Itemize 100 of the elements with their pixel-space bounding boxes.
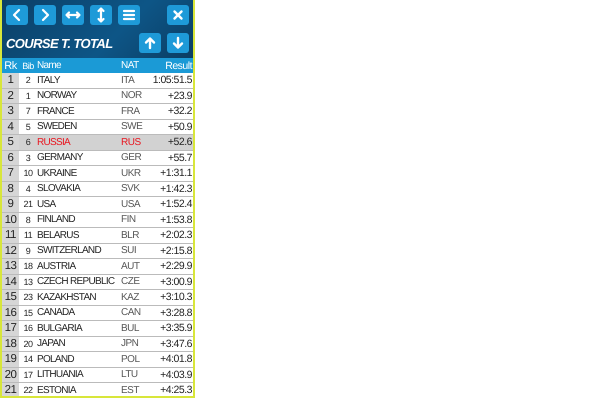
result-row[interactable]: 17 16 BULGARIA BUL +3:35.9 [2, 321, 193, 336]
name-cell-text: ITALY [37, 74, 62, 86]
result-row[interactable]: 2 1 NORWAY NOR +23.9 [2, 88, 193, 104]
bib-cell-text: 10 [22, 168, 34, 178]
result-row[interactable]: 21 22 ESTONIA EST +4:25.3 [2, 383, 193, 396]
bib-cell-text: 11 [22, 230, 34, 240]
nation-cell-text: KAZ [121, 292, 140, 303]
result-row[interactable]: 18 20 JAPAN JPN +3:47.6 [2, 336, 193, 352]
bib-cell-text: 5 [24, 122, 32, 132]
rank-cell: 16 [2, 306, 19, 320]
result-row[interactable]: 13 18 AUSTRIA AUT +2:29.9 [2, 259, 193, 274]
result-row[interactable]: 10 8 FINLAND FIN +1:53.8 [2, 212, 193, 228]
bib-cell-text: 1 [24, 90, 32, 101]
nation-cell-text: JPN [121, 338, 140, 350]
name-cell-text: FRANCE [37, 106, 76, 117]
name-cell-text: NORWAY [37, 90, 78, 102]
nation-cell-text: NOR [121, 90, 143, 102]
toolbar-button[interactable] [6, 5, 28, 25]
name-cell-text: UKRAINE [37, 168, 78, 179]
result-row[interactable]: 11 11 BELARUS BLR +2:02.3 [2, 228, 193, 244]
result-row[interactable]: 16 15 CANADA CAN +3:28.8 [2, 306, 193, 321]
nation-cell-text: FRA [121, 106, 141, 117]
close-button[interactable] [167, 5, 189, 25]
rank-cell: 9 [2, 197, 19, 212]
result-cell-text: +3:00.9 [159, 276, 193, 288]
result-cell-text: 1:05:51.5 [152, 74, 193, 86]
result-cell-text: +1:42.3 [159, 182, 193, 195]
result-cell-text: +3:35.9 [159, 322, 193, 334]
rank-cell: 14 [2, 274, 19, 289]
result-row[interactable]: 14 13 CZECH REPUBLIC CZE +3:00.9 [2, 274, 193, 290]
column-header: Bib [21, 60, 35, 70]
rank-cell: 2 [2, 88, 19, 103]
bib-cell-text: 2 [24, 75, 32, 86]
nation-cell-text: ITA [121, 74, 136, 86]
name-cell-text: AUSTRIA [37, 260, 77, 272]
rank-cell: 20 [2, 368, 19, 382]
result-cell-text: +1:31.1 [159, 167, 193, 180]
bib-cell-text: 3 [24, 152, 32, 163]
nation-cell-text: UKR [121, 168, 142, 179]
column-header: NAT [121, 60, 140, 71]
rank-cell: 15 [2, 290, 19, 304]
name-cell-text: ESTONIA [37, 384, 78, 396]
result-row[interactable]: 20 17 LITHUANIA LTU +4:03.9 [2, 368, 193, 383]
nation-cell-text: LTU [121, 369, 139, 380]
name-cell-text: SLOVAKIA [37, 183, 82, 194]
rank-cell: 1 [2, 73, 19, 88]
name-cell-text: KAZAKHSTAN [37, 292, 97, 303]
bib-cell-text: 4 [24, 184, 32, 194]
toolbar-button[interactable] [90, 5, 112, 25]
toolbar-button[interactable] [34, 5, 56, 25]
result-row[interactable]: 5 6 RUSSIA RUS +52.6 [2, 135, 193, 150]
result-row[interactable]: 19 14 POLAND POL +4:01.8 [2, 352, 193, 368]
name-cell-text: FINLAND [37, 214, 76, 226]
nation-cell-text: SVK [121, 183, 141, 194]
nation-cell-text: AUT [121, 260, 141, 272]
rank-cell: 3 [2, 104, 19, 118]
bib-cell-text: 6 [24, 137, 32, 148]
result-row[interactable]: 3 7 FRANCE FRA +32.2 [2, 104, 193, 120]
result-row[interactable]: 9 21 USA USA +1:52.4 [2, 197, 193, 212]
name-cell-text: BULGARIA [37, 322, 84, 334]
result-cell-text: +50.9 [166, 120, 193, 133]
result-cell-text: +32.2 [166, 105, 193, 118]
nation-cell-text: EST [121, 384, 140, 396]
result-cell-text: +55.7 [166, 152, 193, 164]
rank-cell: 10 [2, 212, 19, 227]
result-row[interactable]: 6 3 GERMANY GER +55.7 [2, 150, 193, 166]
scroll-up-button[interactable] [139, 33, 161, 53]
rank-cell: 6 [2, 150, 19, 165]
nation-cell-text: POL [121, 354, 141, 365]
bib-cell-text: 8 [24, 214, 32, 225]
result-cell-text: +1:53.8 [159, 214, 193, 226]
toolbar-button[interactable] [62, 5, 84, 25]
scroll-down-button[interactable] [167, 33, 189, 53]
result-row[interactable]: 8 4 SLOVAKIA SVK +1:42.3 [2, 182, 193, 197]
result-row[interactable]: 15 23 KAZAKHSTAN KAZ +3:10.3 [2, 290, 193, 306]
rank-cell: 18 [2, 336, 19, 351]
nation-cell-text: CZE [121, 276, 141, 288]
bib-cell-text: 23 [22, 292, 34, 302]
nation-cell-text: SWE [121, 121, 144, 132]
result-row[interactable]: 12 9 SWITZERLAND SUI +2:15.8 [2, 244, 193, 259]
result-cell-text: +23.9 [166, 90, 193, 102]
nation-cell-text: USA [121, 198, 142, 210]
bib-cell-text: 17 [22, 370, 34, 380]
bib-cell-text: 15 [22, 308, 34, 318]
rank-cell: 13 [2, 259, 19, 274]
bib-cell-text: 18 [22, 261, 34, 272]
panel-title: COURSE T. TOTAL [6, 36, 114, 50]
name-cell-text: SWEDEN [37, 121, 78, 132]
column-header: Result [164, 60, 193, 72]
name-cell-text: BELARUS [37, 230, 80, 241]
bib-cell-text: 14 [22, 354, 34, 364]
result-cell-text: +3:28.8 [159, 306, 193, 319]
result-cell-text: +3:47.6 [159, 338, 193, 350]
result-cell-text: +2:29.9 [159, 260, 193, 272]
rank-cell: 5 [2, 135, 19, 150]
name-cell-text: CZECH REPUBLIC [37, 276, 116, 288]
result-row[interactable]: 1 2 ITALY ITA 1:05:51.5 [2, 73, 193, 88]
nation-cell-text: BUL [121, 322, 140, 334]
toolbar-button[interactable] [118, 5, 140, 25]
result-row[interactable]: 7 10 UKRAINE UKR +1:31.1 [2, 166, 193, 182]
